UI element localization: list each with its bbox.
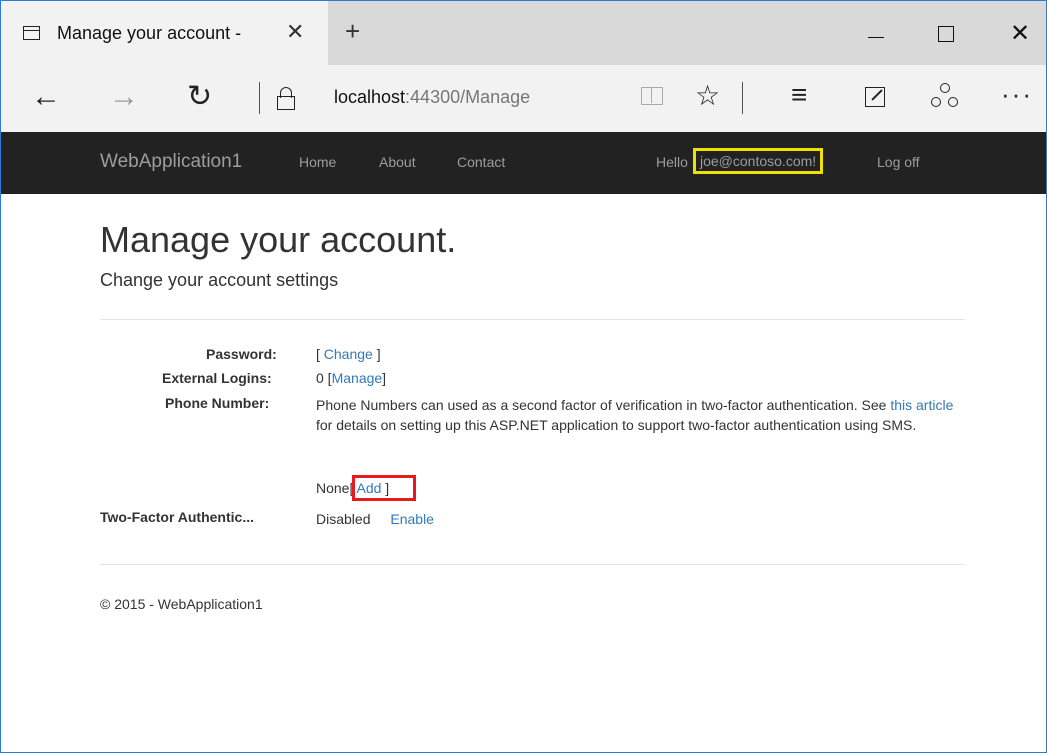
footer-text: © 2015 - WebApplication1 [100,596,263,612]
nav-contact[interactable]: Contact [457,154,505,170]
hello-text: Hello [656,154,688,170]
new-tab-icon[interactable]: + [345,16,360,47]
bracket-close: ] [372,346,381,362]
more-icon[interactable]: ··· [1001,79,1033,110]
user-email-link[interactable]: joe@contoso.com! [693,148,824,174]
nav-home[interactable]: Home [299,154,336,170]
site-navbar: WebApplication1 Home About Contact Hello… [1,132,1046,194]
refresh-icon[interactable]: ↻ [187,79,212,115]
pen-note-icon[interactable] [865,87,885,107]
address-bar: ← → ↻ localhost:44300/Manage ☆ ≡ ··· [1,65,1046,132]
nav-about[interactable]: About [379,154,416,170]
article-link[interactable]: this article [890,397,953,413]
divider [100,564,965,565]
phone-description: Phone Numbers can used as a second facto… [316,395,956,435]
page-title: Manage your account. [100,219,457,260]
maximize-button[interactable] [916,1,974,65]
phone-text: for details on setting up this ASP.NET a… [316,417,917,433]
change-password-link[interactable]: Change [324,346,373,362]
page-subtitle: Change your account settings [100,270,339,290]
close-tab-icon[interactable]: ✕ [286,19,304,45]
minimize-button[interactable] [846,1,904,65]
close-window-button[interactable]: ✕ [988,1,1046,65]
url-path: :44300/Manage [405,87,531,107]
divider [742,82,743,114]
phone-number-label: Phone Number: [165,395,270,411]
two-factor-status: Disabled [316,511,371,527]
phone-text: Phone Numbers can used as a second facto… [316,397,891,413]
logoff-link[interactable]: Log off [877,154,920,170]
external-logins-count: 0 [ [316,370,332,386]
book-icon[interactable] [641,87,663,105]
two-factor-value: Disabled Enable [316,511,434,527]
url-host: localhost [334,87,406,107]
external-logins-value: 0 [Manage] [316,370,386,386]
page-icon [23,26,40,40]
star-icon[interactable]: ☆ [695,79,720,112]
manage-logins-link[interactable]: Manage [332,370,383,386]
password-label: Password: [206,346,277,362]
brand-link[interactable]: WebApplication1 [100,151,242,173]
two-factor-label: Two-Factor Authentic... [100,509,254,525]
divider [259,82,260,114]
bracket-open: [ [316,346,324,362]
close-icon: ✕ [1010,20,1031,47]
arrow-left-icon[interactable]: ← [31,79,61,115]
password-value: [ Change ] [316,346,381,362]
hub-icon[interactable]: ≡ [791,79,807,111]
tab-title: Manage your account - [57,23,242,43]
bracket-close: ] [382,370,387,386]
url-field[interactable]: localhost:44300/Manage [334,87,530,108]
arrow-right-icon[interactable]: → [109,79,139,115]
add-highlight [352,475,416,501]
browser-window: Manage your account - ✕ + ✕ ← → ↻ localh… [0,0,1047,753]
phone-none: None [316,480,350,496]
enable-two-factor-link[interactable]: Enable [390,511,434,527]
browser-tab[interactable]: Manage your account - ✕ [1,1,328,65]
divider [100,319,965,320]
share-icon[interactable] [931,83,958,109]
tab-bar: Manage your account - ✕ + ✕ [1,1,1046,65]
external-logins-label: External Logins: [162,370,272,386]
lock-icon[interactable] [277,87,295,110]
